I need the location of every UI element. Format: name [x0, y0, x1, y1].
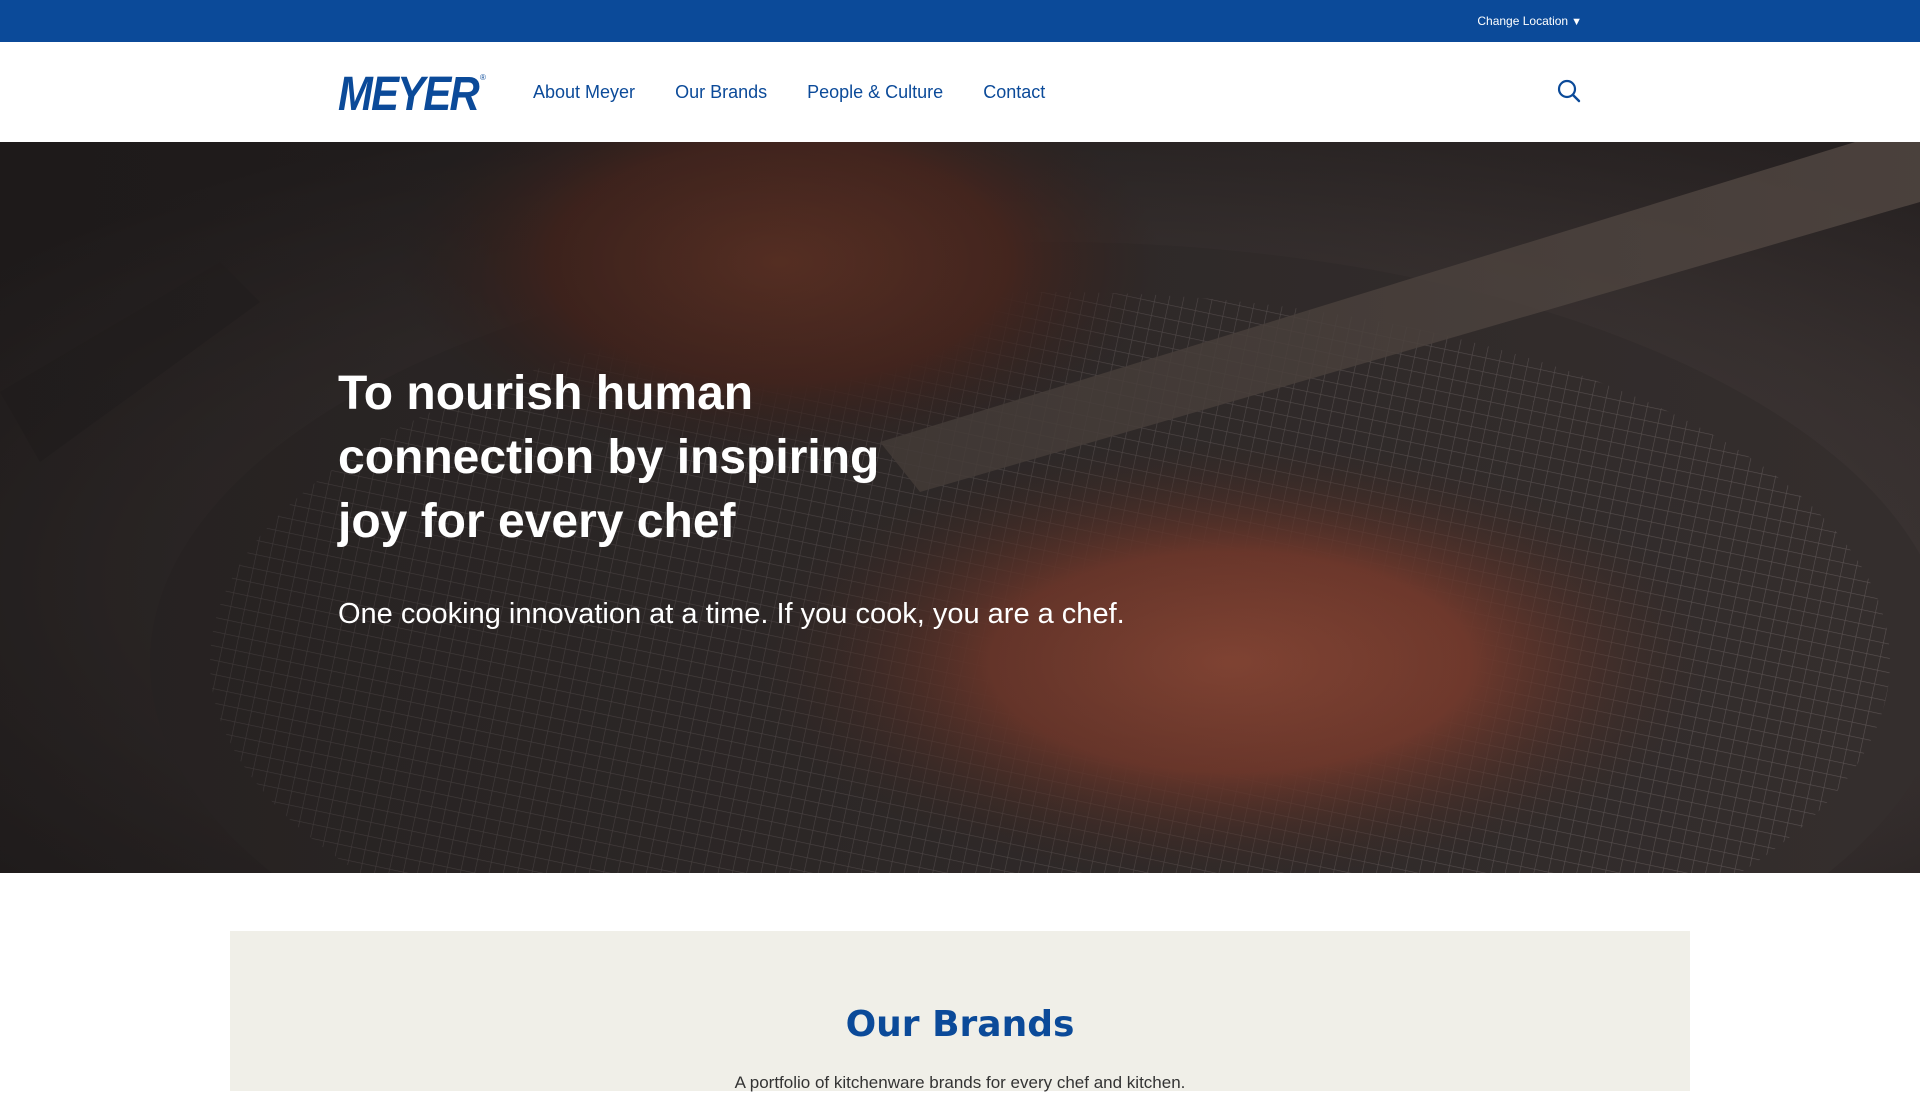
brands-section: Our Brands A portfolio of kitchenware br… [230, 931, 1690, 1092]
nav-about-meyer[interactable]: About Meyer [533, 80, 635, 104]
hero-title: To nourish human connection by inspiring… [338, 367, 880, 548]
search-button[interactable] [1556, 78, 1582, 104]
meyer-logo[interactable]: MEYER ® [338, 68, 488, 121]
utility-bar: Change Location ▼ [0, 0, 1920, 42]
site-header: MEYER ® About Meyer Our Brands People & … [0, 42, 1920, 142]
search-icon [1557, 79, 1581, 103]
brands-description: A portfolio of kitchenware brands for ev… [734, 1073, 1186, 1092]
nav-people-culture[interactable]: People & Culture [807, 80, 943, 104]
nav-our-brands[interactable]: Our Brands [675, 80, 767, 104]
logo-text: MEYER [338, 70, 480, 114]
nav-contact[interactable]: Contact [983, 80, 1045, 104]
hero-section: To nourish human connection by inspiring… [0, 142, 1920, 873]
hero-overlay [0, 142, 1920, 873]
main-nav: About Meyer Our Brands People & Culture … [533, 80, 1085, 104]
hero-subtitle: One cooking innovation at a time. If you… [338, 598, 1125, 630]
change-location-link[interactable]: Change Location ▼ [1477, 12, 1582, 31]
registered-mark: ® [480, 73, 486, 82]
caret-down-icon: ▼ [1571, 16, 1582, 28]
brands-heading: Our Brands [845, 1004, 1075, 1045]
change-location-label: Change Location [1477, 14, 1569, 28]
